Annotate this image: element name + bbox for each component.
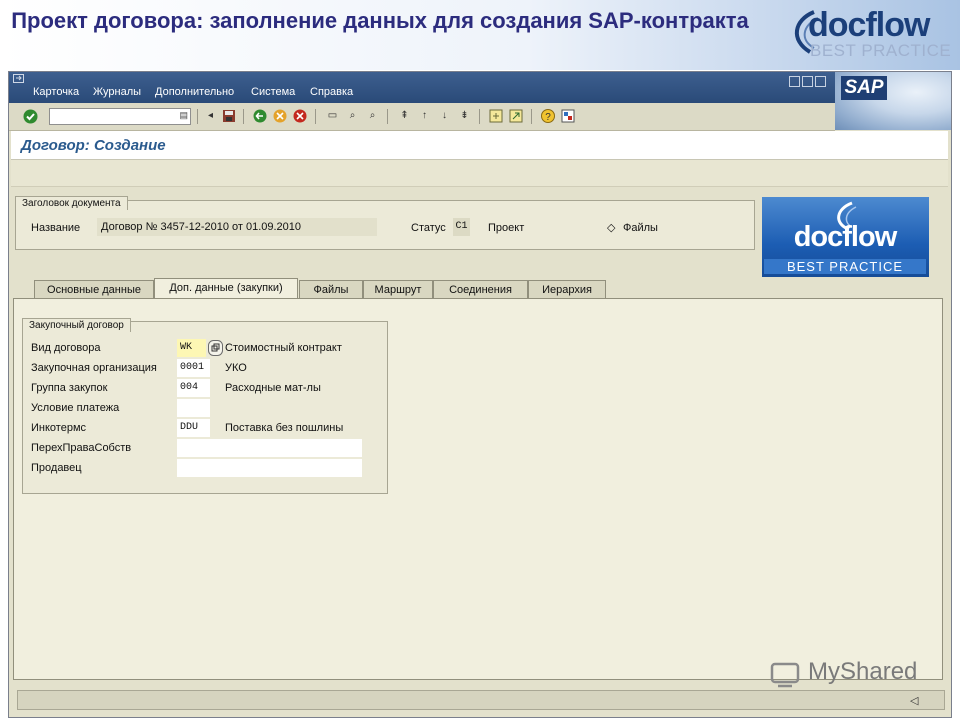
purchasing-group-label: Группа закупок <box>31 382 108 394</box>
menu-item-system[interactable]: Система <box>251 86 295 98</box>
payment-terms-label: Условие платежа <box>31 402 120 414</box>
toolbar-separator <box>243 109 244 124</box>
document-header-group-title: Заголовок документа <box>15 196 128 210</box>
project-label: Проект <box>488 222 525 234</box>
back-icon[interactable] <box>253 109 267 123</box>
find-next-icon[interactable]: ⌕ <box>365 109 380 123</box>
contract-type-desc: Стоимостный контракт <box>225 342 342 354</box>
docflow-banner-subtitle: BEST PRACTICE <box>764 259 926 274</box>
save-icon[interactable] <box>222 109 236 123</box>
menu-bar: Карточка Журналы Дополнительно Система С… <box>9 72 951 103</box>
back-arrow-icon[interactable]: ◂ <box>203 109 218 123</box>
minimize-icon[interactable] <box>789 76 800 87</box>
vendor-field[interactable] <box>177 459 362 477</box>
maximize-icon[interactable] <box>802 76 813 87</box>
incoterms-label: Инкотермс <box>31 422 87 434</box>
sap-window: Карточка Журналы Дополнительно Система С… <box>8 71 952 718</box>
find-icon[interactable]: ⌕ <box>345 109 360 123</box>
tab-route[interactable]: Маршрут <box>363 280 433 299</box>
vendor-label: Продавец <box>31 462 82 474</box>
tab-connections[interactable]: Соединения <box>433 280 528 299</box>
toolbar-separator <box>197 109 198 124</box>
prev-page-icon[interactable]: ↑ <box>417 109 432 123</box>
status-bar-left-arrow-icon[interactable]: ◁ <box>910 694 918 707</box>
incoterms-desc: Поставка без пошлины <box>225 422 344 434</box>
purchasing-org-label: Закупочная организация <box>31 362 157 374</box>
purchase-contract-group-title: Закупочный договор <box>22 318 131 332</box>
first-page-icon[interactable]: ⇞ <box>397 109 412 123</box>
svg-text:?: ? <box>545 112 551 123</box>
help-icon[interactable]: ? <box>541 109 555 123</box>
screen-title-bar: Договор: Создание <box>11 131 948 160</box>
watermark-text: MyShared <box>808 658 918 685</box>
docflow-logo-subtitle: BEST PRACTICE <box>810 41 952 60</box>
command-dropdown-icon[interactable]: ▤ <box>179 110 188 121</box>
tab-files[interactable]: Файлы <box>299 280 363 299</box>
check-icon[interactable] <box>23 109 38 124</box>
status-label: Статус <box>411 222 446 234</box>
command-field[interactable]: ▤ <box>49 108 191 125</box>
system-menu-icon[interactable] <box>13 74 25 84</box>
close-icon[interactable] <box>815 76 826 87</box>
next-page-icon[interactable]: ↓ <box>437 109 452 123</box>
exit-icon[interactable] <box>273 109 287 123</box>
slide-title: Проект договора: заполнение данных для с… <box>11 8 749 33</box>
purchasing-org-field[interactable]: 0001 <box>177 359 210 377</box>
toolbar-separator <box>531 109 532 124</box>
docflow-banner-word: docflow <box>793 221 898 253</box>
window-controls <box>789 74 828 92</box>
menu-item-additional[interactable]: Дополнительно <box>155 86 234 98</box>
tab-hierarchy[interactable]: Иерархия <box>528 280 606 299</box>
status-field[interactable]: C1 <box>453 218 470 236</box>
last-page-icon[interactable]: ⇟ <box>457 109 472 123</box>
tab-panel: Закупочный договор Вид договора WK Стоим… <box>13 298 943 680</box>
name-field[interactable]: Договор № 3457-12-2010 от 01.09.2010 <box>97 218 377 236</box>
name-label: Название <box>31 222 81 234</box>
contract-type-field[interactable]: WK <box>177 339 206 357</box>
layout-icon[interactable] <box>561 109 575 123</box>
docflow-logo-word: docflow <box>808 6 930 44</box>
new-session-icon[interactable] <box>489 109 503 123</box>
incoterms-field[interactable]: DDU <box>177 419 210 437</box>
menu-item-card[interactable]: Карточка <box>33 86 79 98</box>
tab-additional-purchasing[interactable]: Доп. данные (закупки) <box>154 278 298 300</box>
toolbar-separator <box>479 109 480 124</box>
menu-item-help[interactable]: Справка <box>310 86 353 98</box>
tab-main-data[interactable]: Основные данные <box>34 280 154 299</box>
shortcut-icon[interactable] <box>509 109 523 123</box>
standard-toolbar: ▤ ◂ ▭ ⌕ ⌕ ⇞ ↑ ↓ ⇟ ? <box>9 103 835 131</box>
watermark-icon <box>770 662 800 688</box>
purchasing-group-desc: Расходные мат-лы <box>225 382 321 394</box>
ownership-transfer-label: ПерехПраваСобств <box>31 442 132 454</box>
toolbar-separator <box>315 109 316 124</box>
status-bar <box>17 690 945 710</box>
payment-terms-field[interactable] <box>177 399 210 417</box>
screen-title: Договор: Создание <box>21 137 166 154</box>
contract-type-label: Вид договора <box>31 342 101 354</box>
sap-logo: SAP <box>835 72 951 130</box>
toolbar-separator <box>387 109 388 124</box>
search-help-icon[interactable] <box>208 340 223 356</box>
ownership-transfer-field[interactable] <box>177 439 362 457</box>
purchasing-group-field[interactable]: 004 <box>177 379 210 397</box>
sap-logo-text: SAP <box>841 76 887 100</box>
files-icon[interactable]: ◇ <box>607 221 615 234</box>
print-icon[interactable]: ▭ <box>325 109 340 123</box>
files-link[interactable]: Файлы <box>623 222 658 234</box>
application-toolbar <box>11 160 948 187</box>
docflow-banner-logo: docflow BEST PRACTICE <box>762 197 929 277</box>
watermark: MyShared <box>764 656 934 692</box>
purchasing-org-desc: УКО <box>225 362 247 374</box>
menu-item-journals[interactable]: Журналы <box>93 86 141 98</box>
cancel-icon[interactable] <box>293 109 307 123</box>
